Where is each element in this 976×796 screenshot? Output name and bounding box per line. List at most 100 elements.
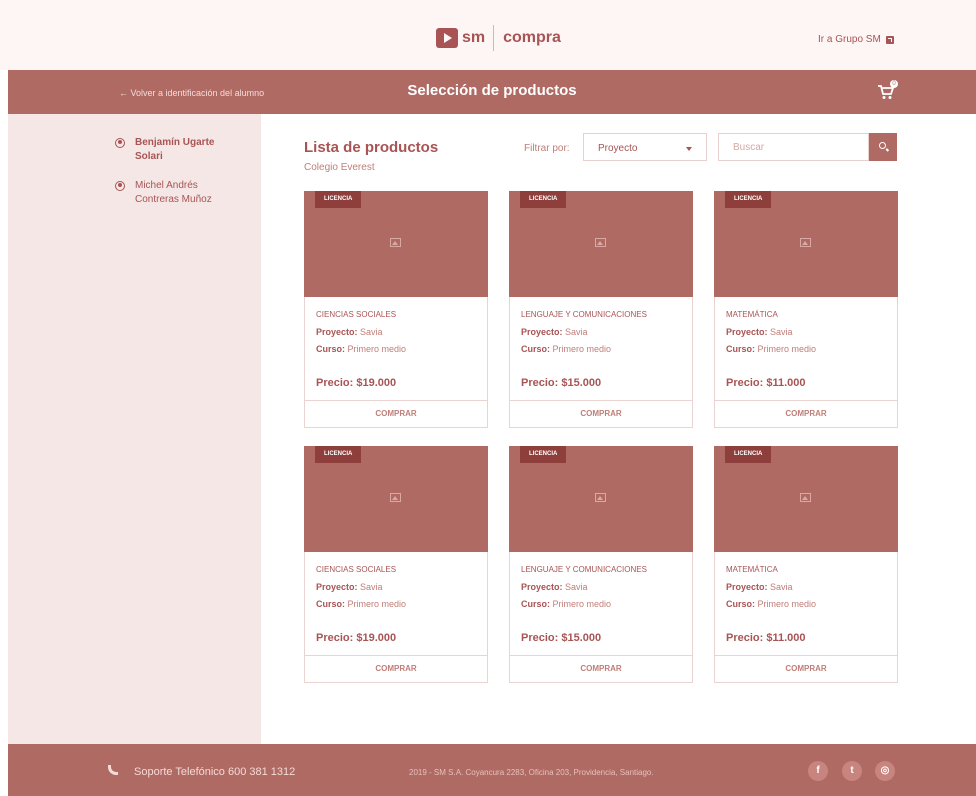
search-field <box>718 133 869 161</box>
filter-select-value: Proyecto <box>598 143 638 154</box>
buy-button[interactable]: COMPRAR <box>305 655 487 682</box>
buy-button[interactable]: COMPRAR <box>510 655 692 682</box>
product-card: LICENCIA CIENCIAS SOCIALES Proyecto: Sav… <box>304 191 488 428</box>
project-value: Savia <box>770 327 793 337</box>
product-project: Proyecto: Savia <box>316 582 383 592</box>
product-course: Curso: Primero medio <box>521 599 611 609</box>
product-price: Precio: $15.000 <box>521 377 602 389</box>
product-price: Precio: $19.000 <box>316 377 397 389</box>
product-price: Precio: $11.000 <box>726 632 806 644</box>
product-subject: CIENCIAS SOCIALES <box>316 565 397 574</box>
chevron-down-icon <box>686 147 692 151</box>
project-label: Proyecto: <box>726 327 768 337</box>
product-image: LICENCIA <box>304 191 488 297</box>
product-card: LICENCIA MATEMÁTICA Proyecto: Savia Curs… <box>714 446 898 683</box>
project-label: Proyecto: <box>726 582 768 592</box>
buy-button[interactable]: COMPRAR <box>715 400 897 427</box>
project-label: Proyecto: <box>521 582 563 592</box>
course-value: Primero medio <box>757 344 817 354</box>
external-link-icon <box>885 35 894 44</box>
project-label: Proyecto: <box>316 582 358 592</box>
product-course: Curso: Primero medio <box>726 599 816 609</box>
logo-sm-text: sm <box>462 29 486 46</box>
product-project: Proyecto: Savia <box>521 582 588 592</box>
grupo-sm-link-label: Ir a Grupo SM <box>818 34 881 45</box>
support-phone: Soporte Telefónico 600 381 1312 <box>134 766 296 778</box>
product-card: LICENCIA LENGUAJE Y COMUNICACIONES Proye… <box>509 446 693 683</box>
title-bar: ← Volver a identificación del alumno Sel… <box>8 70 976 114</box>
license-badge: LICENCIA <box>520 446 567 463</box>
image-placeholder-icon <box>595 238 606 247</box>
product-project: Proyecto: Savia <box>316 327 383 337</box>
course-value: Primero medio <box>757 599 817 609</box>
product-subject: MATEMÁTICA <box>726 565 778 574</box>
project-label: Proyecto: <box>316 327 358 337</box>
search-button[interactable] <box>869 133 897 161</box>
product-price: Precio: $19.000 <box>316 632 397 644</box>
grupo-sm-link[interactable]: Ir a Grupo SM <box>818 34 894 45</box>
footer: Soporte Telefónico 600 381 1312 2019 - S… <box>8 744 976 796</box>
image-placeholder-icon <box>595 493 606 502</box>
project-value: Savia <box>360 327 383 337</box>
project-label: Proyecto: <box>521 327 563 337</box>
page-title: Selección de productos <box>407 82 577 99</box>
product-project: Proyecto: Savia <box>726 327 793 337</box>
license-badge: LICENCIA <box>725 191 772 208</box>
image-placeholder-icon <box>800 493 811 502</box>
license-badge: LICENCIA <box>520 191 567 208</box>
filter-label: Filtrar por: <box>524 143 570 154</box>
search-input[interactable] <box>733 134 863 160</box>
project-value: Savia <box>565 582 588 592</box>
twitter-icon[interactable]: t <box>842 761 862 781</box>
product-project: Proyecto: Savia <box>521 327 588 337</box>
license-badge: LICENCIA <box>315 191 362 208</box>
course-label: Curso: <box>316 344 345 354</box>
student-item-1[interactable]: Michel Andrés Contreras Muñoz <box>115 179 235 207</box>
facebook-icon[interactable]: f <box>808 761 828 781</box>
top-header: sm compra Ir a Grupo SM <box>0 0 976 70</box>
product-image: LICENCIA <box>714 446 898 552</box>
course-label: Curso: <box>316 599 345 609</box>
image-placeholder-icon <box>390 493 401 502</box>
cart-count-badge: 0 <box>890 80 898 88</box>
instagram-icon[interactable]: ◎ <box>875 761 895 781</box>
product-image: LICENCIA <box>509 446 693 552</box>
product-card: LICENCIA MATEMÁTICA Proyecto: Savia Curs… <box>714 191 898 428</box>
product-price: Precio: $15.000 <box>521 632 602 644</box>
logo-divider <box>493 25 495 51</box>
project-value: Savia <box>360 582 383 592</box>
project-value: Savia <box>565 327 588 337</box>
student-name: Michel Andrés Contreras Muñoz <box>135 180 212 205</box>
product-subject: LENGUAJE Y COMUNICACIONES <box>521 565 647 574</box>
user-icon <box>115 138 125 148</box>
buy-button[interactable]: COMPRAR <box>715 655 897 682</box>
course-value: Primero medio <box>552 599 612 609</box>
product-image: LICENCIA <box>304 446 488 552</box>
product-image: LICENCIA <box>509 191 693 297</box>
image-placeholder-icon <box>800 238 811 247</box>
phone-icon <box>108 765 118 775</box>
product-card: LICENCIA LENGUAJE Y COMUNICACIONES Proye… <box>509 191 693 428</box>
course-value: Primero medio <box>347 344 407 354</box>
course-label: Curso: <box>726 344 755 354</box>
product-subject: CIENCIAS SOCIALES <box>316 310 397 319</box>
buy-button[interactable]: COMPRAR <box>305 400 487 427</box>
product-price: Precio: $11.000 <box>726 377 806 389</box>
filter-select[interactable]: Proyecto <box>583 133 707 161</box>
sm-compra-logo[interactable]: sm compra <box>436 25 561 51</box>
buy-button[interactable]: COMPRAR <box>510 400 692 427</box>
product-course: Curso: Primero medio <box>316 344 406 354</box>
search-icon <box>879 142 886 149</box>
product-subject: MATEMÁTICA <box>726 310 778 319</box>
student-name: Benjamín Ugarte Solari <box>135 137 215 162</box>
product-card: LICENCIA CIENCIAS SOCIALES Proyecto: Sav… <box>304 446 488 683</box>
image-placeholder-icon <box>390 238 401 247</box>
user-icon <box>115 181 125 191</box>
product-course: Curso: Primero medio <box>726 344 816 354</box>
license-badge: LICENCIA <box>725 446 772 463</box>
product-course: Curso: Primero medio <box>521 344 611 354</box>
course-value: Primero medio <box>552 344 612 354</box>
project-value: Savia <box>770 582 793 592</box>
license-badge: LICENCIA <box>315 446 362 463</box>
student-item-0[interactable]: Benjamín Ugarte Solari <box>115 136 235 164</box>
